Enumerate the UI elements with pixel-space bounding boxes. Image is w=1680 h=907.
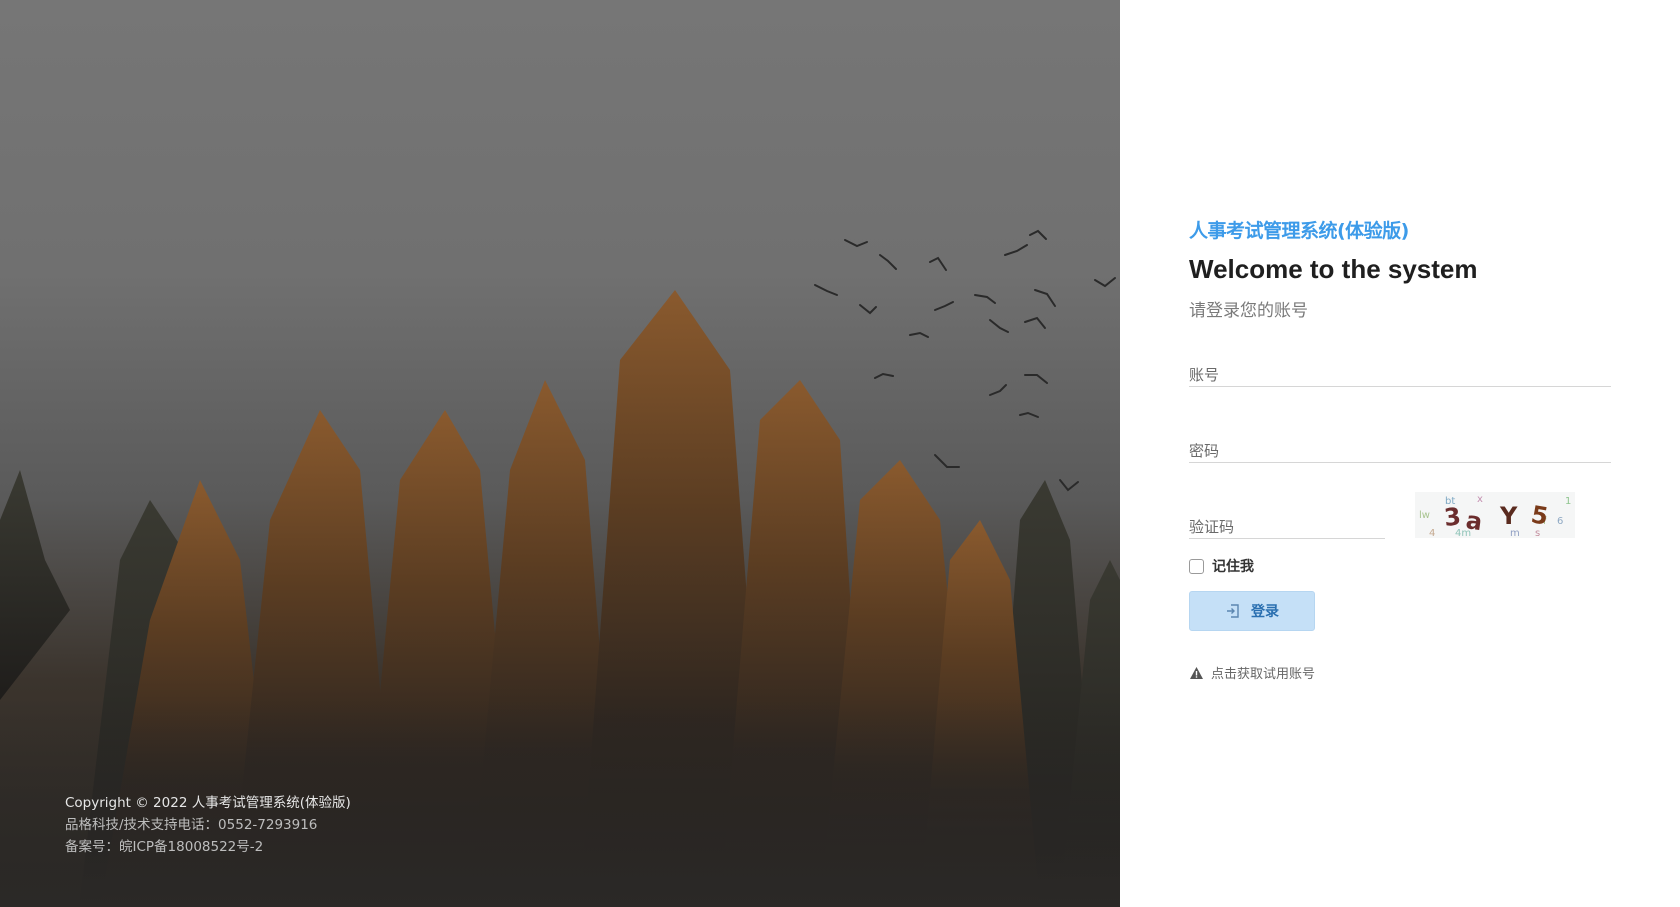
- copyright-text: Copyright © 2022 人事考试管理系统(体验版): [65, 795, 351, 811]
- account-input[interactable]: [1189, 357, 1611, 386]
- svg-text:4: 4: [1429, 528, 1435, 538]
- remember-checkbox[interactable]: [1189, 558, 1204, 574]
- login-button-label: 登录: [1251, 604, 1279, 620]
- welcome-heading: Welcome to the system: [1189, 254, 1478, 284]
- svg-text:Y: Y: [1499, 502, 1518, 530]
- hero-background: Copyright © 2022 人事考试管理系统(体验版) 品格科技/技术支持…: [0, 0, 1120, 907]
- remember-label: 记住我: [1212, 559, 1254, 575]
- svg-text:6: 6: [1557, 516, 1563, 527]
- login-button[interactable]: 登录: [1189, 591, 1315, 631]
- trial-account-link[interactable]: 点击获取试用账号: [1189, 663, 1315, 682]
- captcha-input[interactable]: [1189, 509, 1385, 538]
- warning-triangle-icon: [1190, 666, 1203, 679]
- svg-text:x: x: [1477, 494, 1483, 505]
- captcha-image[interactable]: bt x 1 lw 6 4 4m m s f 3 a Y 5: [1415, 492, 1575, 538]
- footer-info: Copyright © 2022 人事考试管理系统(体验版) 品格科技/技术支持…: [65, 792, 351, 858]
- svg-text:a: a: [1464, 506, 1484, 536]
- svg-text:3: 3: [1443, 502, 1463, 532]
- support-phone-text: 品格科技/技术支持电话：0552-7293916: [65, 817, 318, 833]
- trial-link-label: 点击获取试用账号: [1211, 667, 1316, 682]
- forest-image: [0, 229, 1120, 907]
- svg-text:1: 1: [1565, 496, 1571, 507]
- svg-text:lw: lw: [1419, 510, 1430, 521]
- login-panel: 人事考试管理系统(体验版) Welcome to the system 请登录您…: [1120, 0, 1680, 907]
- system-title: 人事考试管理系统(体验版): [1189, 220, 1409, 242]
- remember-me[interactable]: 记住我: [1189, 556, 1254, 576]
- captcha-field: [1189, 509, 1385, 539]
- login-subtitle: 请登录您的账号: [1189, 301, 1308, 321]
- password-field: [1189, 433, 1611, 463]
- account-field: [1189, 357, 1611, 387]
- password-input[interactable]: [1189, 433, 1611, 462]
- svg-text:5: 5: [1529, 500, 1550, 530]
- icp-record-text: 备案号：皖ICP备18008522号-2: [65, 839, 264, 855]
- login-arrow-icon: [1227, 604, 1239, 618]
